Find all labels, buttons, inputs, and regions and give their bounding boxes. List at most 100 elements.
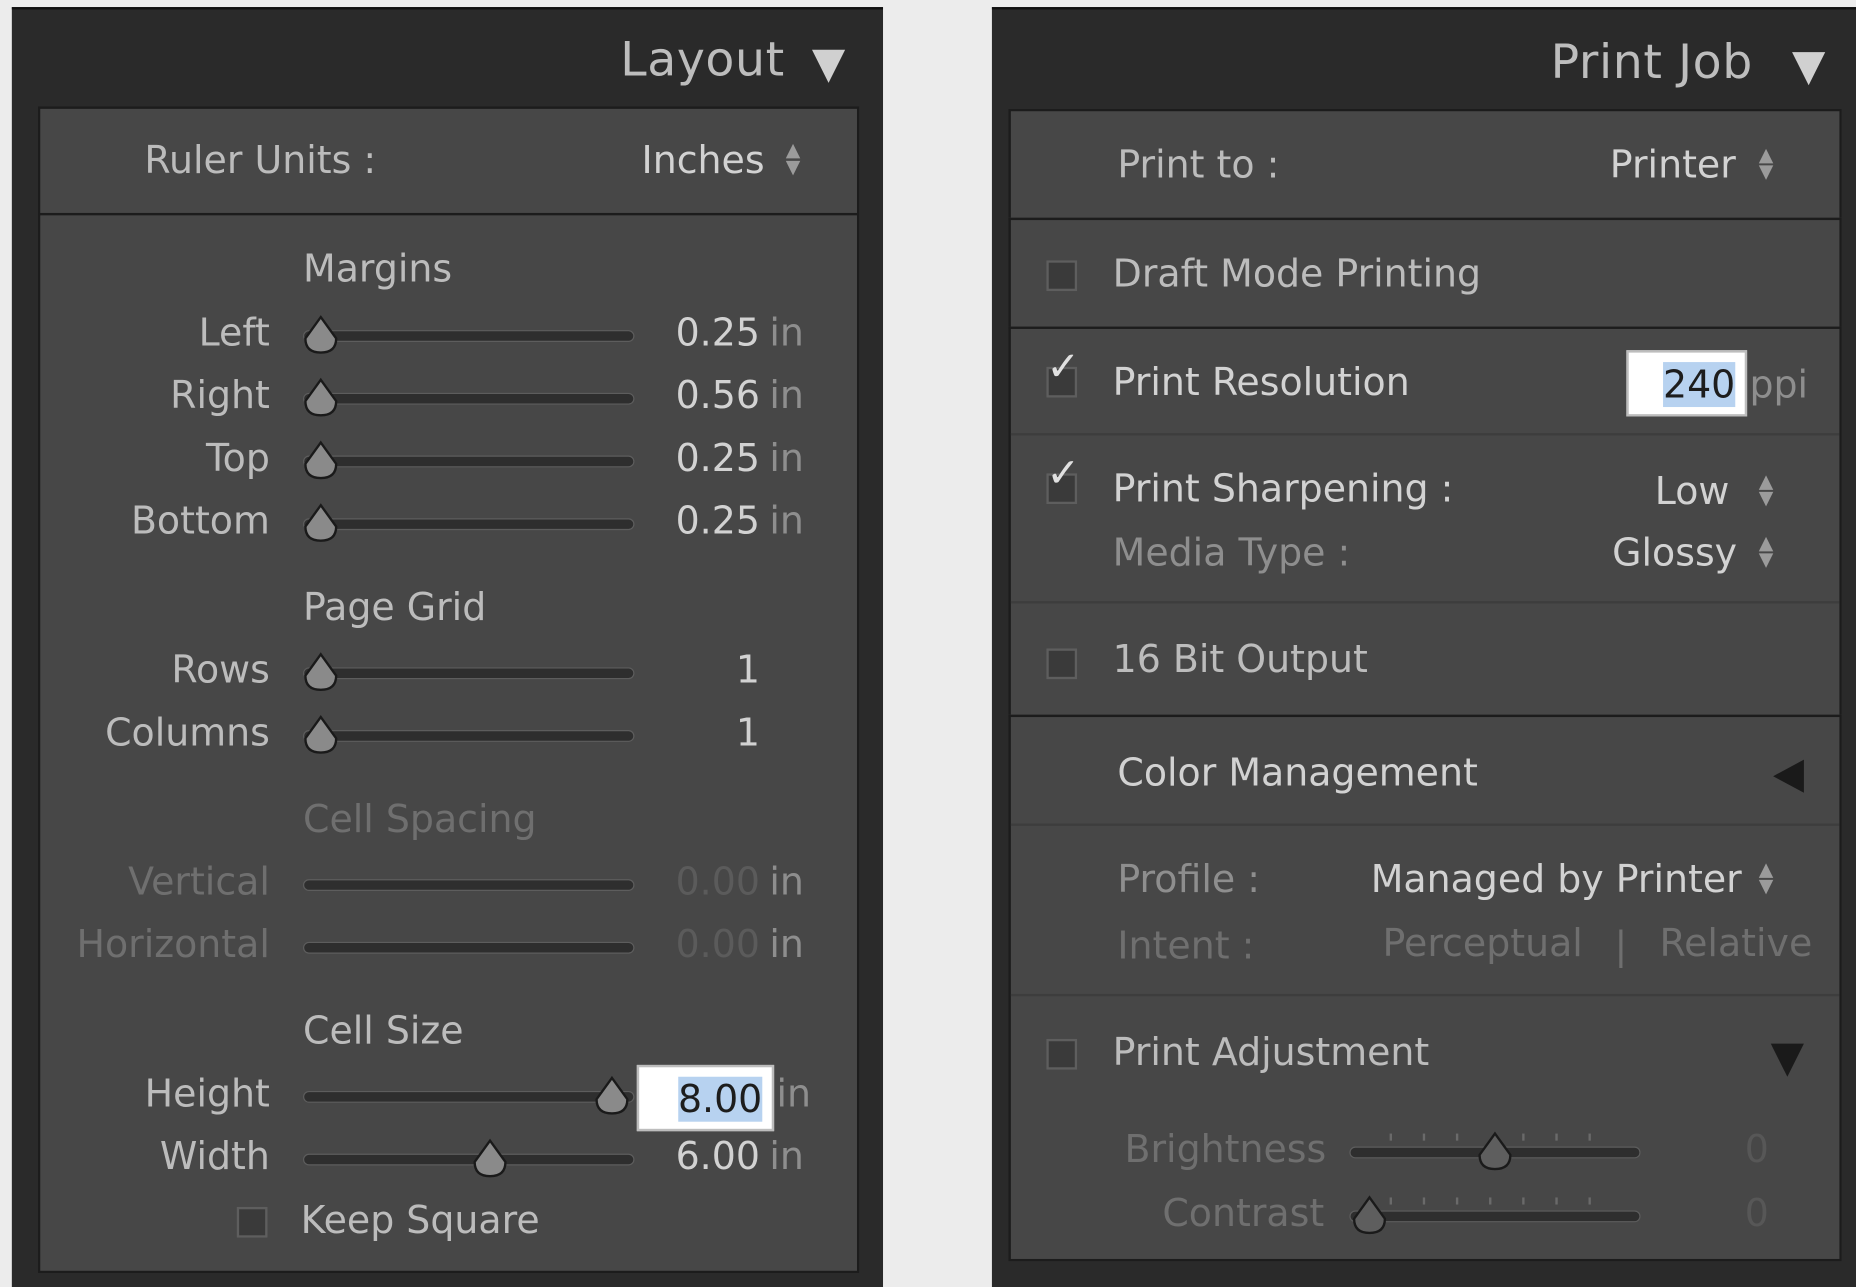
print-resolution-input[interactable]: 240 xyxy=(1626,350,1748,417)
draft-mode-row: Draft Mode Printing xyxy=(1008,217,1842,329)
cell-width-slider-handle[interactable] xyxy=(472,1138,508,1178)
cell-height-unit: in xyxy=(776,1070,812,1116)
margin-left-value[interactable]: 0.25 xyxy=(656,310,760,355)
margin-top-value[interactable]: 0.25 xyxy=(656,435,760,480)
rows-slider[interactable] xyxy=(303,667,635,680)
margin-left-slider-handle[interactable] xyxy=(303,315,339,355)
expand-triangle-icon[interactable] xyxy=(1773,759,1804,793)
print-options-box: ✓ Print Resolution 240 ppi ✓ Print Sharp… xyxy=(1008,326,1842,718)
margin-right-unit: in xyxy=(769,372,804,418)
ruler-units-stepper-icon[interactable]: ▲ ▼ xyxy=(784,140,803,175)
columns-slider[interactable] xyxy=(303,730,635,742)
print-to-row: Print to : Printer ▲ ▼ xyxy=(1008,108,1842,221)
print-sharpening-checkmark-icon: ✓ xyxy=(1046,449,1081,497)
media-type-select[interactable]: Glossy xyxy=(1612,530,1737,575)
print-adjustment-collapse-icon[interactable] xyxy=(1770,1043,1804,1077)
divider xyxy=(1010,433,1840,436)
profile-stepper-icon[interactable]: ▲ ▼ xyxy=(1757,860,1776,895)
cell-height-slider-handle[interactable] xyxy=(594,1075,630,1116)
print-job-panel-title[interactable]: Print Job xyxy=(1551,35,1753,89)
print-to-stepper-icon[interactable]: ▲ ▼ xyxy=(1757,145,1776,180)
layout-panel: Layout Ruler Units : Inches ▲ ▼ Margins L… xyxy=(11,7,884,1287)
margin-right-value[interactable]: 0.56 xyxy=(656,373,760,418)
rows-label: Rows xyxy=(171,647,270,693)
slider-tick xyxy=(1588,1133,1591,1141)
rows-value[interactable]: 1 xyxy=(656,647,760,692)
margin-left-unit: in xyxy=(769,310,804,355)
contrast-slider[interactable] xyxy=(1349,1210,1641,1223)
color-management-heading[interactable]: Color Management xyxy=(1117,750,1477,795)
print-adjustment-checkbox[interactable] xyxy=(1046,1038,1078,1070)
vertical-spacing-slider[interactable] xyxy=(303,879,635,891)
print-resolution-checkmark-icon: ✓ xyxy=(1046,343,1081,391)
rows-slider-handle[interactable] xyxy=(303,652,339,692)
keep-square-label: Keep Square xyxy=(300,1197,540,1243)
cell-height-label: Height xyxy=(144,1070,270,1116)
brightness-value[interactable]: 0 xyxy=(1745,1126,1769,1171)
intent-relative-option[interactable]: Relative xyxy=(1660,921,1813,966)
contrast-value[interactable]: 0 xyxy=(1745,1190,1769,1235)
margin-bottom-slider[interactable] xyxy=(303,518,635,531)
print-adjustment-label: Print Adjustment xyxy=(1112,1029,1430,1075)
vertical-spacing-value[interactable]: 0.00 xyxy=(656,859,760,904)
margin-bottom-unit: in xyxy=(769,498,804,544)
print-sharpening-label: Print Sharpening : xyxy=(1112,466,1454,512)
page-grid-heading: Page Grid xyxy=(303,584,487,630)
margin-top-unit: in xyxy=(769,435,804,481)
media-type-stepper-icon[interactable]: ▲ ▼ xyxy=(1757,533,1776,568)
brightness-slider-handle[interactable] xyxy=(1477,1131,1513,1171)
contrast-label: Contrast xyxy=(1162,1190,1325,1236)
draft-mode-checkbox[interactable] xyxy=(1046,260,1078,292)
contrast-slider-handle[interactable] xyxy=(1352,1195,1388,1235)
columns-label: Columns xyxy=(105,709,270,755)
keep-square-checkbox[interactable] xyxy=(236,1206,268,1238)
columns-slider-handle[interactable] xyxy=(303,715,339,755)
cell-spacing-heading: Cell Spacing xyxy=(303,796,537,842)
vertical-spacing-unit: in xyxy=(769,859,804,904)
horizontal-spacing-label: Horizontal xyxy=(76,921,270,967)
cell-width-value[interactable]: 6.00 xyxy=(656,1134,760,1179)
slider-tick xyxy=(1422,1197,1426,1205)
margin-bottom-label: Bottom xyxy=(130,498,270,544)
horizontal-spacing-slider[interactable] xyxy=(303,941,635,954)
columns-value[interactable]: 1 xyxy=(656,710,760,755)
vertical-spacing-label: Vertical xyxy=(128,859,270,904)
margin-left-slider[interactable] xyxy=(303,330,635,342)
margin-top-slider-handle[interactable] xyxy=(303,440,339,480)
slider-tick xyxy=(1555,1133,1558,1141)
margin-left-label: Left xyxy=(198,310,270,355)
profile-select[interactable]: Managed by Printer xyxy=(1371,857,1742,902)
margin-bottom-value[interactable]: 0.25 xyxy=(656,498,760,543)
16-bit-output-checkbox[interactable] xyxy=(1046,648,1078,680)
margin-bottom-slider-handle[interactable] xyxy=(303,503,339,543)
margin-right-slider[interactable] xyxy=(303,392,635,405)
cell-height-slider[interactable] xyxy=(303,1090,635,1103)
draft-mode-label: Draft Mode Printing xyxy=(1112,250,1482,296)
collapse-triangle-icon[interactable] xyxy=(1792,52,1826,86)
slider-tick xyxy=(1522,1133,1525,1141)
cell-size-heading: Cell Size xyxy=(303,1008,464,1054)
margin-top-slider[interactable] xyxy=(303,455,635,468)
ruler-units-row: Ruler Units : Inches ▲ ▼ xyxy=(37,106,860,216)
layout-panel-title[interactable]: Layout xyxy=(620,33,785,87)
slider-tick xyxy=(1389,1197,1392,1205)
intent-perceptual-option[interactable]: Perceptual xyxy=(1383,921,1583,966)
horizontal-spacing-unit: in xyxy=(769,921,804,967)
collapse-triangle-icon[interactable] xyxy=(811,49,846,83)
cell-width-label: Width xyxy=(159,1133,270,1179)
profile-label: Profile : xyxy=(1117,856,1260,902)
print-sharpening-stepper-icon[interactable]: ▲ ▼ xyxy=(1757,472,1776,507)
cell-width-slider[interactable] xyxy=(303,1153,635,1166)
horizontal-spacing-value[interactable]: 0.00 xyxy=(656,922,760,967)
layout-settings-box: Margins Left 0.25 in Right 0.56 in Top 0… xyxy=(37,212,860,1274)
margin-right-slider-handle[interactable] xyxy=(303,377,339,417)
slider-tick xyxy=(1455,1197,1459,1205)
cell-width-unit: in xyxy=(769,1133,804,1179)
divider xyxy=(1010,993,1840,997)
cell-height-input[interactable]: 8.00 xyxy=(636,1064,775,1132)
ruler-units-select[interactable]: Inches xyxy=(642,137,765,182)
print-resolution-label: Print Resolution xyxy=(1112,359,1410,405)
print-sharpening-select[interactable]: Low xyxy=(1655,469,1730,514)
print-to-select[interactable]: Printer xyxy=(1610,142,1736,187)
intent-separator: | xyxy=(1614,922,1628,968)
